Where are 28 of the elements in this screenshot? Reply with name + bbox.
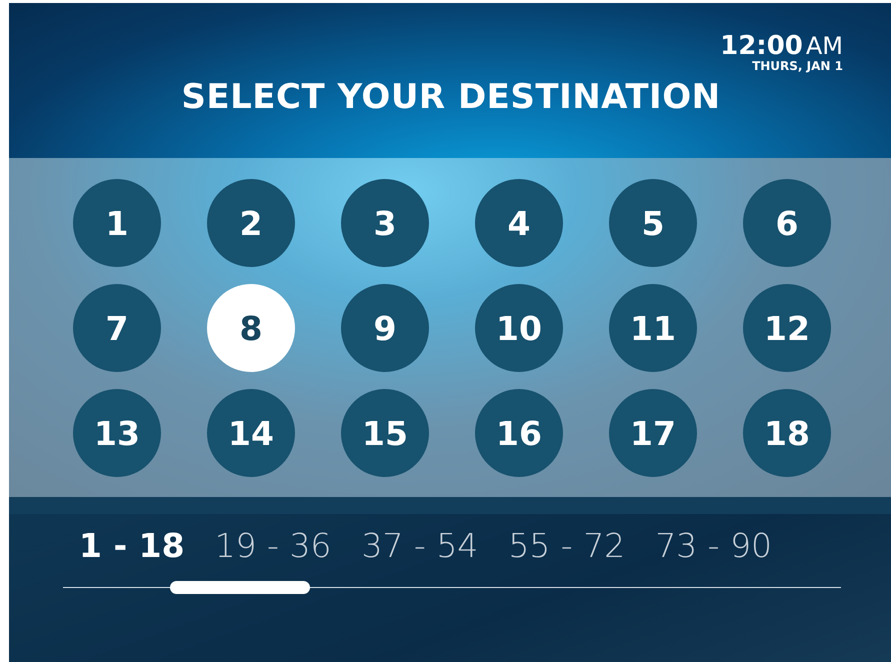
destination-button[interactable]: 13: [73, 389, 161, 477]
range-tab[interactable]: 55 - 72: [508, 526, 626, 565]
range-tab[interactable]: 37 - 54: [361, 526, 478, 565]
range-tab[interactable]: 73 - 90: [655, 526, 772, 565]
clock-date: THURS, JAN 1: [752, 59, 843, 73]
destination-button[interactable]: 6: [743, 179, 831, 267]
destination-button[interactable]: 4: [475, 179, 563, 267]
destination-button[interactable]: 5: [609, 179, 697, 267]
destination-button[interactable]: 11: [609, 284, 697, 372]
clock-meridiem: AM: [806, 32, 843, 60]
destination-button[interactable]: 2: [207, 179, 295, 267]
destination-button[interactable]: 17: [609, 389, 697, 477]
destination-button[interactable]: 9: [341, 284, 429, 372]
destination-button[interactable]: 1: [73, 179, 161, 267]
destination-button[interactable]: 12: [743, 284, 831, 372]
clock-time: 12:00: [720, 31, 803, 61]
destination-button[interactable]: 8: [207, 284, 295, 372]
destination-button[interactable]: 7: [73, 284, 161, 372]
destination-button[interactable]: 14: [207, 389, 295, 477]
scroll-thumb[interactable]: [170, 581, 310, 594]
destination-button[interactable]: 15: [341, 389, 429, 477]
range-tab[interactable]: 19 - 36: [214, 526, 332, 565]
range-tab[interactable]: 1 - 18: [79, 526, 185, 565]
destination-button[interactable]: 18: [743, 389, 831, 477]
screen-title: SELECT YOUR DESTINATION: [180, 77, 722, 117]
destination-button[interactable]: 3: [341, 179, 429, 267]
destination-button[interactable]: 16: [475, 389, 563, 477]
destination-button[interactable]: 10: [475, 284, 563, 372]
